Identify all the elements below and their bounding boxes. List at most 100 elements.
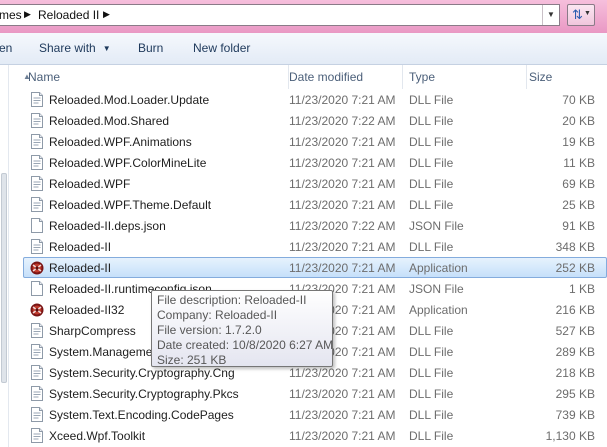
file-row[interactable]: Reloaded.WPF.Animations 11/23/2020 7:21 A… bbox=[9, 131, 607, 152]
column-type-label: Type bbox=[409, 70, 436, 84]
file-date-modified: 11/23/2020 7:21 AM bbox=[289, 261, 396, 275]
command-bar: en Share with ▼ Burn New folder bbox=[0, 33, 607, 65]
file-size: 348 KB bbox=[555, 240, 595, 254]
app-icon bbox=[30, 261, 44, 275]
address-history-dropdown-icon[interactable]: ▼ bbox=[542, 5, 559, 25]
file-date-modified: 11/23/2020 7:21 AM bbox=[289, 135, 396, 149]
file-type: DLL File bbox=[409, 93, 454, 107]
file-row[interactable]: Reloaded.WPF.ColorMineLite 11/23/2020 7:2… bbox=[9, 152, 607, 173]
file-name: Xceed.Wpf.Toolkit bbox=[49, 429, 146, 443]
refresh-button[interactable]: ⇅ ▼ bbox=[567, 4, 595, 26]
file-size: 216 KB bbox=[555, 303, 595, 317]
breadcrumb-current[interactable]: Reloaded II bbox=[38, 8, 99, 22]
file-type: DLL File bbox=[409, 156, 454, 170]
file-type: DLL File bbox=[409, 114, 454, 128]
file-row[interactable]: System.Security.Cryptography.Pkcs 11/23/2… bbox=[9, 383, 607, 404]
file-name: System.Management bbox=[49, 345, 163, 359]
chevron-down-icon: ▼ bbox=[102, 44, 111, 53]
file-type: DLL File bbox=[409, 408, 454, 422]
file-name: System.Security.Cryptography.Pkcs bbox=[49, 387, 239, 401]
file-type: DLL File bbox=[409, 324, 454, 338]
file-date-modified: 11/23/2020 7:21 AM bbox=[289, 93, 396, 107]
json-file-icon bbox=[31, 218, 43, 233]
file-type: JSON File bbox=[409, 282, 464, 296]
app-icon bbox=[30, 303, 44, 317]
file-row[interactable]: Reloaded.Mod.Shared 11/23/2020 7:22 AM DLL… bbox=[9, 110, 607, 131]
navigation-pane bbox=[0, 65, 9, 447]
file-name: System.Text.Encoding.CodePages bbox=[49, 408, 234, 422]
file-size: 91 KB bbox=[562, 219, 595, 233]
file-date-modified: 11/23/2020 7:21 AM bbox=[289, 429, 396, 443]
file-size: 25 KB bbox=[562, 198, 595, 212]
dll-file-icon bbox=[31, 113, 43, 128]
file-row[interactable]: Reloaded-II 11/23/2020 7:21 AM Application… bbox=[9, 257, 607, 278]
column-header-size[interactable]: Size bbox=[527, 65, 607, 89]
file-name: Reloaded-II bbox=[49, 240, 112, 254]
file-type: DLL File bbox=[409, 387, 454, 401]
file-type: DLL File bbox=[409, 198, 454, 212]
breadcrumb-separator-icon[interactable]: ▶ bbox=[103, 9, 110, 20]
column-header-name[interactable]: Name ▲ bbox=[23, 65, 289, 89]
file-type: DLL File bbox=[409, 240, 454, 254]
address-bar[interactable]: mes ▶ Reloaded II ▶ ▼ bbox=[0, 4, 560, 26]
dll-file-icon bbox=[31, 155, 43, 170]
file-date-modified: 11/23/2020 7:21 AM bbox=[289, 366, 396, 380]
tooltip-description: File description: Reloaded-II bbox=[157, 293, 307, 307]
file-info-tooltip: File description: Reloaded-II Company: R… bbox=[151, 290, 333, 367]
dll-file-icon bbox=[31, 323, 43, 338]
file-type: DLL File bbox=[409, 345, 454, 359]
navigation-scrollbar[interactable] bbox=[1, 173, 7, 383]
file-size: 527 KB bbox=[555, 324, 595, 338]
file-date-modified: 11/23/2020 7:21 AM bbox=[289, 240, 396, 254]
share-with-label: Share with bbox=[39, 41, 96, 55]
file-name: Reloaded-II32 bbox=[49, 303, 125, 317]
file-row[interactable]: Xceed.Wpf.Toolkit 11/23/2020 7:21 AM DLL F… bbox=[9, 425, 607, 446]
tooltip-company: Company: Reloaded-II bbox=[157, 308, 278, 322]
file-name: Reloaded.Mod.Loader.Update bbox=[49, 93, 210, 107]
file-name: Reloaded.Mod.Shared bbox=[49, 114, 170, 128]
file-name: Reloaded.WPF.Animations bbox=[49, 135, 192, 149]
burn-button[interactable]: Burn bbox=[138, 41, 163, 55]
tooltip-size: Size: 251 KB bbox=[157, 353, 227, 367]
json-file-icon bbox=[31, 281, 43, 296]
open-button[interactable]: en bbox=[0, 41, 12, 55]
file-row[interactable]: Reloaded.WPF.Theme.Default 11/23/2020 7:2… bbox=[9, 194, 607, 215]
dll-file-icon bbox=[31, 386, 43, 401]
column-header-date[interactable]: Date modified bbox=[289, 65, 403, 89]
column-size-label: Size bbox=[529, 70, 553, 84]
file-row[interactable]: System.Text.Encoding.CodePages 11/23/2020… bbox=[9, 404, 607, 425]
file-size: 739 KB bbox=[555, 408, 595, 422]
file-type: DLL File bbox=[409, 135, 454, 149]
column-header-type[interactable]: Type bbox=[403, 65, 527, 89]
file-size: 289 KB bbox=[555, 345, 595, 359]
file-row[interactable]: Reloaded.WPF 11/23/2020 7:21 AM DLL File 69… bbox=[9, 173, 607, 194]
column-header: Name ▲ Date modified Type Size bbox=[9, 65, 607, 89]
dll-file-icon bbox=[31, 92, 43, 107]
column-date-label: Date modified bbox=[289, 70, 364, 84]
file-size: 1 KB bbox=[568, 282, 595, 296]
file-row[interactable]: Reloaded-II 11/23/2020 7:21 AM DLL File 348… bbox=[9, 236, 607, 257]
dll-file-icon bbox=[31, 239, 43, 254]
file-name: System.Security.Cryptography.Cng bbox=[49, 366, 235, 380]
file-name: SharpCompress bbox=[49, 324, 136, 338]
file-date-modified: 11/23/2020 7:21 AM bbox=[289, 408, 396, 422]
share-with-button[interactable]: Share with ▼ bbox=[39, 41, 111, 55]
file-name: Reloaded.WPF.Theme.Default bbox=[49, 198, 212, 212]
file-size: 295 KB bbox=[555, 387, 595, 401]
new-folder-button[interactable]: New folder bbox=[193, 41, 250, 55]
file-size: 20 KB bbox=[562, 114, 595, 128]
tooltip-version: File version: 1.7.2.0 bbox=[157, 323, 262, 337]
chevron-down-icon: ▼ bbox=[584, 10, 591, 17]
file-date-modified: 11/23/2020 7:21 AM bbox=[289, 198, 396, 212]
breadcrumb-parent[interactable]: mes bbox=[0, 8, 22, 22]
file-size: 70 KB bbox=[562, 93, 595, 107]
file-type: JSON File bbox=[409, 219, 464, 233]
breadcrumb-separator-icon[interactable]: ▶ bbox=[24, 9, 31, 20]
file-type: DLL File bbox=[409, 366, 454, 380]
file-name: Reloaded-II.deps.json bbox=[49, 219, 166, 233]
file-row[interactable]: Reloaded-II.deps.json 11/23/2020 7:22 AM J… bbox=[9, 215, 607, 236]
file-date-modified: 11/23/2020 7:21 AM bbox=[289, 177, 396, 191]
file-row[interactable]: Reloaded.Mod.Loader.Update 11/23/2020 7:2… bbox=[9, 89, 607, 110]
file-date-modified: 11/23/2020 7:21 AM bbox=[289, 387, 396, 401]
refresh-icon: ⇅ bbox=[572, 7, 583, 22]
